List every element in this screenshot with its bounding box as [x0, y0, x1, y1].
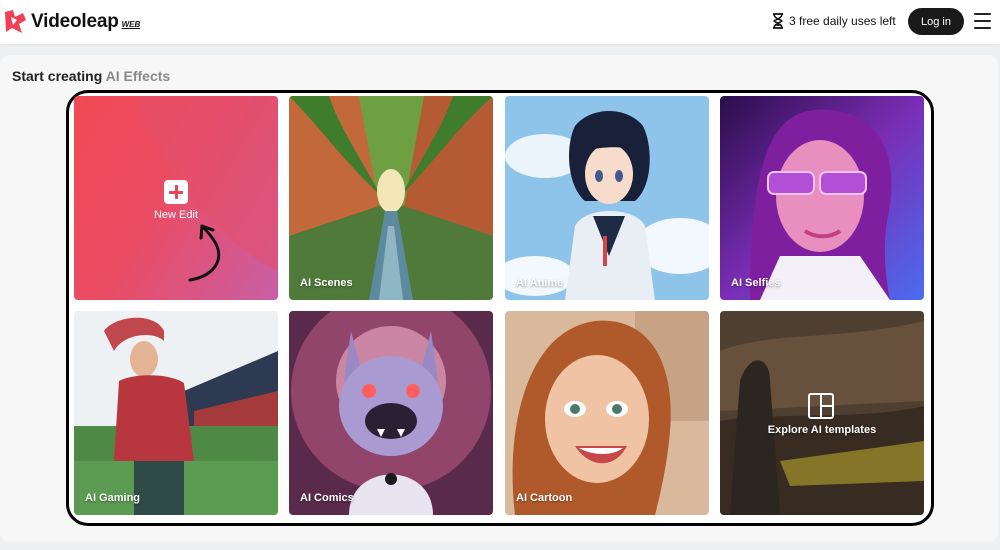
- ai-selfies-label: AI Selfies: [731, 277, 781, 289]
- ai-cartoon-thumbnail: [505, 311, 709, 515]
- login-button[interactable]: Log in: [908, 8, 964, 35]
- ai-anime-card[interactable]: AI Anime: [505, 96, 709, 300]
- section-title-muted: AI Effects: [105, 68, 171, 84]
- arrow-icon: [188, 224, 221, 282]
- ai-selfies-card[interactable]: AI Selfies: [720, 96, 924, 300]
- ai-selfies-thumbnail: [720, 96, 924, 300]
- section-title-main: Start creating: [12, 68, 106, 84]
- free-uses-indicator: 3 free daily uses left: [772, 13, 896, 29]
- ai-comics-card[interactable]: AI Comics: [289, 311, 493, 515]
- ai-gaming-thumbnail: [74, 311, 278, 515]
- ai-anime-label: AI Anime: [516, 277, 564, 289]
- ai-cartoon-card[interactable]: AI Cartoon: [505, 311, 709, 515]
- ai-scenes-card[interactable]: AI Scenes: [289, 96, 493, 300]
- new-edit-label: New Edit: [153, 209, 199, 221]
- section-title: Start creating AI Effects: [12, 68, 170, 84]
- ai-anime-thumbnail: [505, 96, 709, 300]
- menu-icon[interactable]: [974, 13, 991, 29]
- explore-ai-templates-card[interactable]: Explore AI templates: [720, 311, 924, 515]
- ai-scenes-label: AI Scenes: [300, 277, 353, 289]
- videoleap-logo[interactable]: Videoleap WEB: [2, 8, 140, 36]
- ai-gaming-label: AI Gaming: [85, 492, 141, 504]
- brand-tag: WEB: [121, 19, 141, 29]
- ai-comics-thumbnail: [289, 311, 493, 515]
- free-uses-text: 3 free daily uses left: [789, 14, 896, 28]
- ai-scenes-thumbnail: [289, 96, 493, 300]
- ai-gaming-card[interactable]: AI Gaming: [74, 311, 278, 515]
- new-edit-card[interactable]: New Edit: [74, 96, 278, 300]
- top-bar: Videoleap WEB 3 free daily uses left Log…: [0, 0, 1000, 44]
- ai-cartoon-label: AI Cartoon: [516, 492, 573, 504]
- templates-icon: [808, 393, 834, 419]
- plus-icon: [164, 180, 188, 204]
- ai-comics-label: AI Comics: [300, 492, 354, 504]
- hourglass-icon: [773, 13, 783, 29]
- brand-name: Videoleap: [31, 11, 119, 32]
- explore-label: Explore AI templates: [767, 424, 877, 436]
- videoleap-logo-icon: [5, 10, 26, 33]
